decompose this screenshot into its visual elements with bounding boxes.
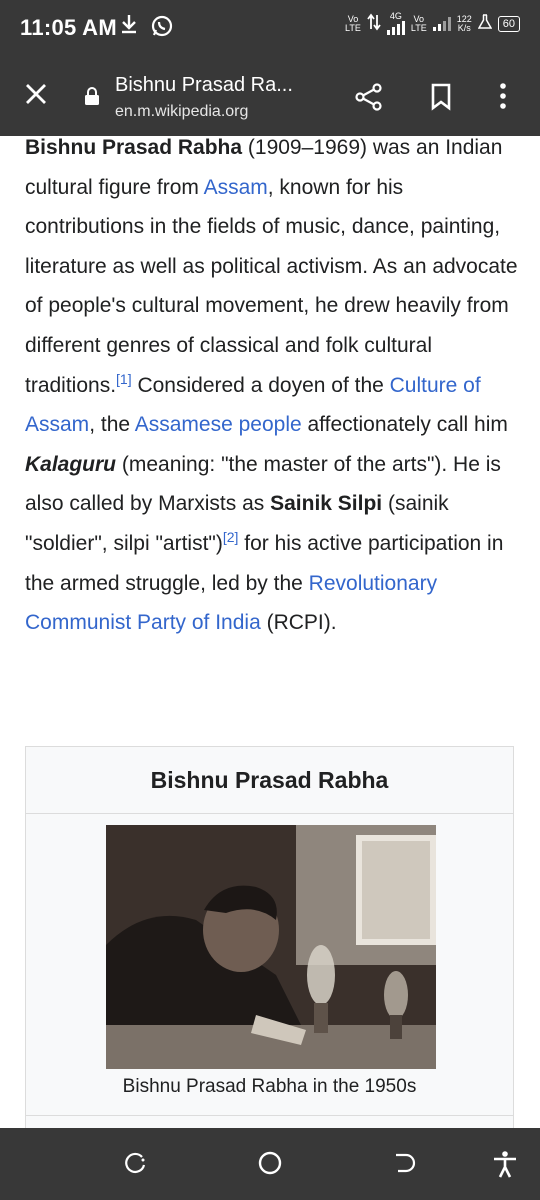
signal-icon-2 (432, 16, 451, 31)
infobox-title: Bishnu Prasad Rabha (26, 747, 513, 814)
more-icon[interactable] (498, 82, 508, 115)
article-subject: Bishnu Prasad Rabha (25, 136, 243, 159)
status-time: 11:05 AM (20, 15, 117, 40)
page-title[interactable]: Bishnu Prasad Ra... (115, 74, 293, 97)
ref-link-1[interactable]: [1] (116, 371, 132, 387)
data-arrows-icon (367, 13, 381, 34)
recents-icon[interactable] (122, 1150, 148, 1181)
flask-icon (477, 14, 493, 33)
sainik-silpi-term: Sainik Silpi (270, 492, 383, 516)
network-type: 4G (386, 12, 405, 35)
sim1-label: Vo LTE (345, 13, 361, 33)
accessibility-icon[interactable] (492, 1150, 518, 1183)
photo-caption: Bishnu Prasad Rabha in the 1950s (122, 1076, 417, 1097)
sim2-label: Vo LTE (410, 13, 427, 33)
link-assam[interactable]: Assam (204, 176, 268, 199)
bookmark-icon[interactable] (430, 83, 452, 116)
article-body: Bishnu Prasad Rabha (1909–1969) was an I… (25, 128, 520, 643)
battery-icon: 60 (497, 15, 520, 32)
system-nav-bar (0, 1128, 540, 1200)
home-icon[interactable] (257, 1150, 283, 1181)
close-icon[interactable] (24, 82, 48, 111)
link-assamese-people[interactable]: Assamese people (135, 413, 302, 436)
ref-link-2[interactable]: [2] (223, 529, 239, 545)
share-icon[interactable] (354, 82, 384, 117)
infobox-divider (26, 1115, 513, 1116)
status-bar: 11:05 AM Vo LTE 4G Vo LTE 122 K/s 60 (0, 0, 540, 56)
back-icon[interactable] (392, 1150, 418, 1181)
infobox: Bishnu Prasad Rabha Bishnu Prasad Rabha … (25, 746, 514, 1166)
lock-icon[interactable] (84, 86, 100, 111)
lead-paragraph: Bishnu Prasad Rabha (1909–1969) was an I… (25, 136, 518, 635)
portrait-photo[interactable] (106, 825, 436, 1069)
net-speed: 122 K/s (456, 13, 472, 33)
whatsapp-icon (150, 14, 174, 43)
custom-tab-toolbar: Bishnu Prasad Ra... en.m.wikipedia.org (0, 56, 540, 136)
download-icon (120, 13, 138, 40)
page-url[interactable]: en.m.wikipedia.org (115, 103, 248, 121)
kalaguru-term: Kalaguru (25, 452, 117, 476)
signal-icon (386, 21, 405, 35)
